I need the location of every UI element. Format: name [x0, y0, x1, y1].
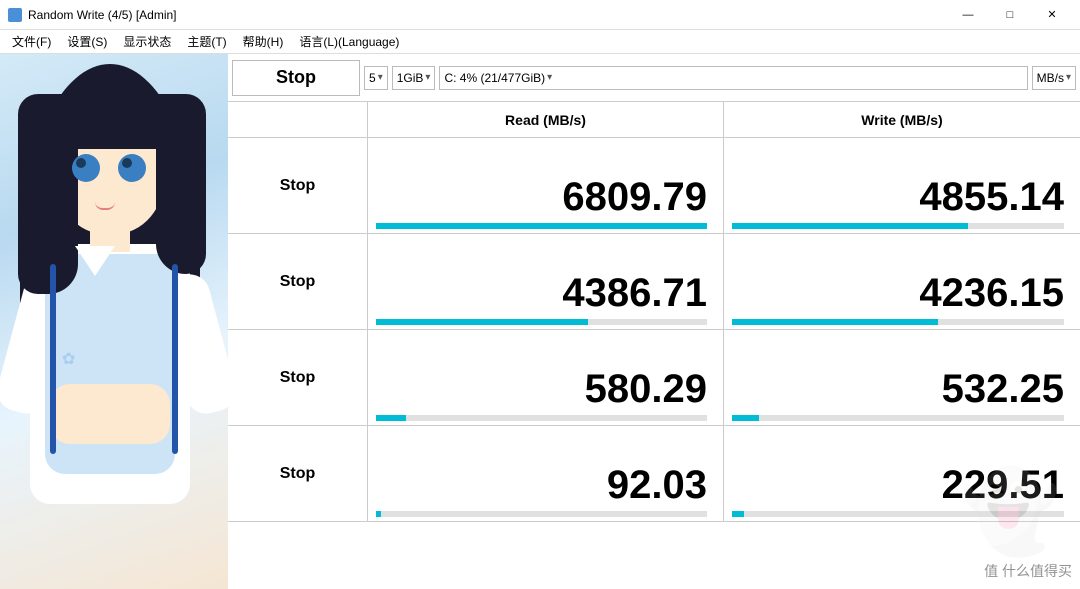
table-row: Stop 4386.71 4236.15 [228, 234, 1080, 330]
write-bar-row3 [732, 415, 759, 421]
write-cell-row1: 4855.14 [724, 138, 1080, 233]
title-bar-left: Random Write (4/5) [Admin] [8, 8, 177, 22]
block-size-value: 1GiB [397, 71, 424, 85]
drive-dropdown[interactable]: C: 4% (21/477GiB) ▾ [439, 66, 1027, 90]
write-progress-row2 [732, 319, 1064, 325]
read-progress-row2 [376, 319, 707, 325]
ghost-watermark: 👻 [960, 465, 1060, 559]
read-value-row3: 580.29 [585, 369, 707, 409]
read-bar-row4 [376, 511, 381, 517]
menu-settings[interactable]: 设置(S) [59, 31, 115, 52]
queue-depth-value: 5 [369, 71, 376, 85]
char-eye-left [72, 154, 100, 182]
read-cell-row1: 6809.79 [368, 138, 724, 233]
char-eye-right [118, 154, 146, 182]
stop-button-top[interactable]: Stop [232, 60, 360, 96]
read-bar-row2 [376, 319, 588, 325]
title-bar-controls: — □ ✕ [948, 1, 1072, 29]
queue-depth-arrow: ▾ [378, 72, 383, 83]
watermark-text: 值 什么值得买 [984, 561, 1072, 581]
read-progress-row1 [376, 223, 707, 229]
drive-arrow: ▾ [547, 72, 552, 83]
block-size-arrow: ▾ [425, 72, 430, 83]
block-size-dropdown[interactable]: 1GiB ▾ [392, 66, 436, 90]
char-stripe-left [50, 264, 56, 454]
read-bar-row1 [376, 223, 707, 229]
unit-arrow: ▾ [1066, 72, 1071, 83]
window-title: Random Write (4/5) [Admin] [28, 8, 177, 22]
drive-value: C: 4% (21/477GiB) [444, 71, 545, 85]
read-cell-row4: 92.03 [368, 426, 724, 521]
empty-row [228, 522, 1080, 558]
menu-status[interactable]: 显示状态 [115, 31, 179, 52]
write-cell-row2: 4236.15 [724, 234, 1080, 329]
unit-dropdown[interactable]: MB/s ▾ [1032, 66, 1076, 90]
read-bar-row3 [376, 415, 406, 421]
queue-depth-dropdown[interactable]: 5 ▾ [364, 66, 388, 90]
table-row: Stop 6809.79 4855.14 [228, 138, 1080, 234]
header-write: Write (MB/s) [724, 102, 1080, 137]
read-value-row1: 6809.79 [562, 177, 707, 217]
stop-button-row2[interactable]: Stop [228, 234, 368, 329]
menu-bar: 文件(F) 设置(S) 显示状态 主题(T) 帮助(H) 语言(L)(Langu… [0, 30, 1080, 54]
stop-button-row3[interactable]: Stop [228, 330, 368, 425]
stop-button-row4[interactable]: Stop [228, 426, 368, 521]
write-progress-row1 [732, 223, 1064, 229]
write-bar-row2 [732, 319, 938, 325]
close-button[interactable]: ✕ [1032, 1, 1072, 29]
header-read: Read (MB/s) [368, 102, 724, 137]
title-bar: Random Write (4/5) [Admin] — □ ✕ [0, 0, 1080, 30]
read-cell-row2: 4386.71 [368, 234, 724, 329]
menu-theme[interactable]: 主题(T) [179, 31, 234, 52]
menu-help[interactable]: 帮助(H) [235, 31, 292, 52]
char-flower: ✿ [62, 349, 78, 365]
benchmark-container: Stop 5 ▾ 1GiB ▾ C: 4% (21/477GiB) ▾ MB/s… [228, 54, 1080, 589]
write-value-row3: 532.25 [942, 369, 1064, 409]
controls-row: Stop 5 ▾ 1GiB ▾ C: 4% (21/477GiB) ▾ MB/s… [228, 54, 1080, 102]
read-progress-row4 [376, 511, 707, 517]
header-label-cell [228, 102, 368, 137]
write-value-row2: 4236.15 [919, 273, 1064, 313]
anime-character-area: ✿ [0, 54, 228, 589]
char-hands [50, 384, 170, 444]
write-value-row1: 4855.14 [919, 177, 1064, 217]
char-stripe-right [172, 264, 178, 454]
table-row: Stop 92.03 229.51 [228, 426, 1080, 522]
menu-language[interactable]: 语言(L)(Language) [291, 31, 407, 52]
write-progress-row3 [732, 415, 1064, 421]
menu-file[interactable]: 文件(F) [4, 31, 59, 52]
read-value-row4: 92.03 [607, 465, 707, 505]
write-bar-row1 [732, 223, 968, 229]
read-cell-row3: 580.29 [368, 330, 724, 425]
read-progress-row3 [376, 415, 707, 421]
write-bar-row4 [732, 511, 744, 517]
write-cell-row3: 532.25 [724, 330, 1080, 425]
minimize-button[interactable]: — [948, 1, 988, 29]
table-header: Read (MB/s) Write (MB/s) [228, 102, 1080, 138]
stop-button-row1[interactable]: Stop [228, 138, 368, 233]
maximize-button[interactable]: □ [990, 1, 1030, 29]
char-bangs [45, 99, 175, 149]
read-value-row2: 4386.71 [562, 273, 707, 313]
unit-value: MB/s [1037, 71, 1064, 85]
table-row: Stop 580.29 532.25 [228, 330, 1080, 426]
char-collar [75, 246, 115, 276]
main-area: ✿ Stop 5 ▾ 1GiB ▾ C: 4% (21/477GiB) ▾ MB… [0, 54, 1080, 589]
app-icon [8, 8, 22, 22]
